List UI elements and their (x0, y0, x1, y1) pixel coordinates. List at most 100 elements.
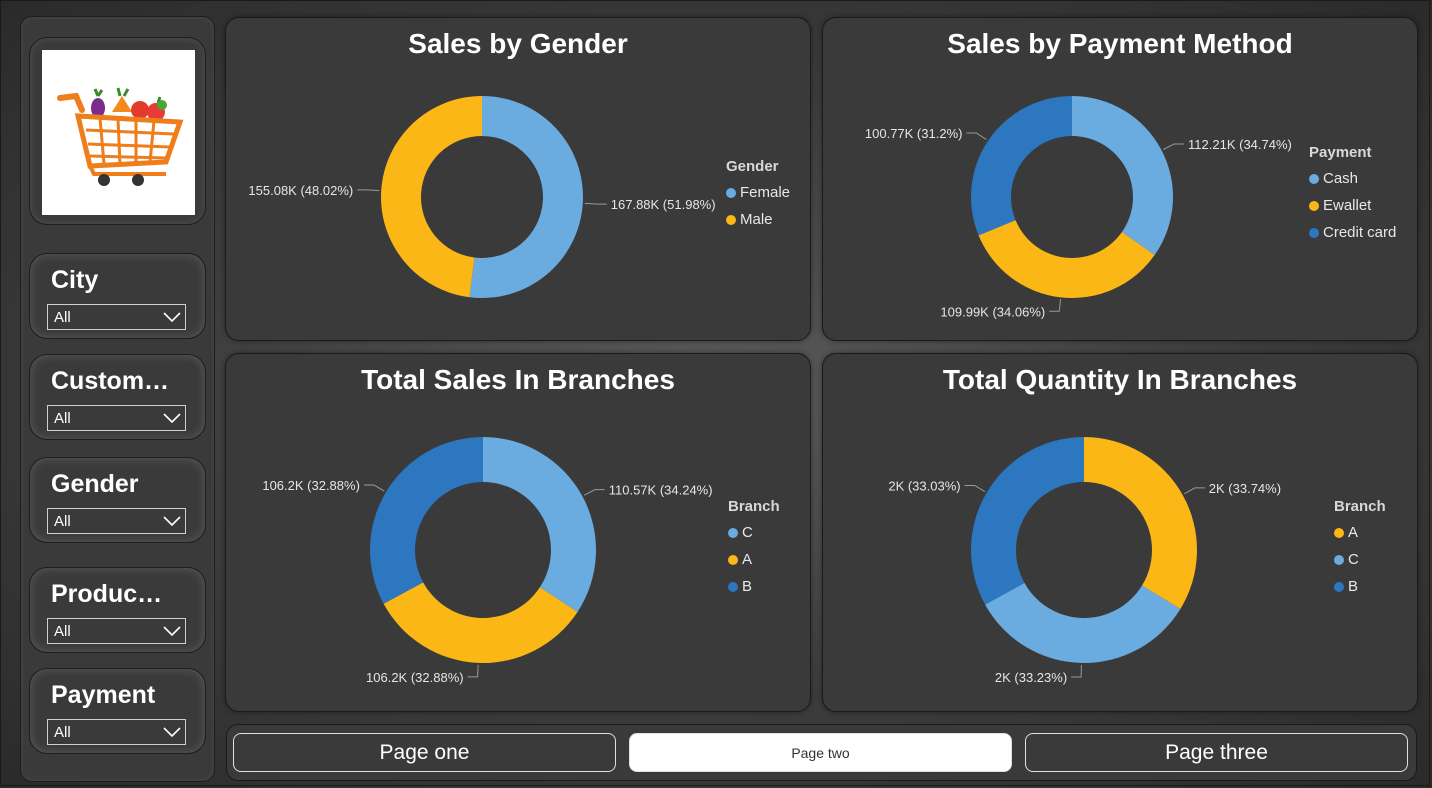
donut-slice-a[interactable] (1084, 437, 1197, 609)
data-label: 2K (33.74%) (1209, 481, 1281, 496)
legend-item[interactable]: Credit card (1309, 219, 1396, 246)
gender-dropdown[interactable]: All (47, 508, 186, 534)
slicer-title: Custom… (51, 367, 170, 395)
sales-branches-legend: Branch C A B (728, 498, 780, 600)
quantity-branches-donut-chart: 2K (33.74%) 2K (33.23%) 2K (33.03%) (888, 437, 1281, 685)
legend-label: Credit card (1323, 224, 1397, 241)
customer-type-dropdown[interactable]: All (47, 405, 186, 431)
leader-line (964, 484, 986, 492)
donut-slice-b[interactable] (370, 437, 483, 604)
payment-slicer: Payment All (29, 668, 206, 754)
legend-label: Ewallet (1323, 197, 1372, 214)
legend-label: Cash (1323, 170, 1359, 187)
quantity-branches-legend: Branch A C B (1334, 498, 1386, 600)
donut-slice-cash[interactable] (1072, 96, 1173, 256)
total-quantity-branches-card: Total Quantity In Branches 2K (33.74%) 2K… (822, 353, 1418, 712)
legend-item[interactable]: C (728, 519, 780, 546)
sales-by-gender-card: Sales by Gender 167.88K (51.98%) 155.08K … (225, 17, 811, 341)
legend-label: C (742, 524, 753, 541)
legend-item[interactable]: B (1334, 573, 1386, 600)
gender-slicer: Gender All (29, 457, 206, 543)
legend-label: A (742, 551, 753, 568)
donut-slice-female[interactable] (469, 96, 583, 299)
data-label: 109.99K (34.06%) (940, 304, 1045, 319)
legend-dot (1309, 200, 1319, 211)
legend-title: Branch (728, 498, 780, 515)
legend-label: B (1348, 578, 1359, 595)
legend-dot (728, 554, 738, 565)
donut-slice-male[interactable] (381, 96, 482, 298)
leader-line (1049, 299, 1062, 312)
data-label: 2K (33.23%) (995, 670, 1067, 685)
data-label: 100.77K (31.2%) (865, 126, 963, 141)
donut-slice-b[interactable] (971, 437, 1084, 605)
page-three-button[interactable]: Page three (1025, 733, 1408, 772)
legend-dot (726, 214, 736, 225)
legend-title: Gender (726, 158, 779, 175)
legend-item[interactable]: C (1334, 546, 1386, 573)
legend-title: Payment (1309, 144, 1372, 161)
slicer-title: City (51, 266, 99, 294)
donut-slice-credit-card[interactable] (971, 96, 1072, 236)
page-one-button[interactable]: Page one (233, 733, 616, 772)
data-label: 110.57K (34.24%) (609, 483, 713, 498)
legend-dot (1334, 527, 1344, 538)
legend-item[interactable]: Cash (1309, 165, 1396, 192)
sales-branches-donut-chart: 110.57K (34.24%) 106.2K (32.88%) 106.2K (3… (262, 437, 713, 685)
leader-line (1071, 664, 1082, 678)
legend-label: C (1348, 551, 1359, 568)
legend-dot (1309, 227, 1319, 238)
legend-item[interactable]: A (728, 546, 780, 573)
slicer-title: Gender (51, 470, 139, 498)
donut-slice-c[interactable] (483, 437, 596, 612)
donut-slice-c[interactable] (985, 582, 1181, 663)
page-two-button[interactable]: Page two (629, 733, 1012, 772)
donut-slice-a[interactable] (383, 582, 578, 664)
dropdown-value: All (54, 309, 71, 326)
legend-label: Male (740, 211, 773, 228)
legend-dot (726, 187, 736, 198)
chevron-down-icon (163, 626, 181, 637)
legend-dot (1334, 581, 1344, 592)
slicer-title: Produc… (51, 580, 163, 608)
dropdown-value: All (54, 724, 71, 741)
leader-line (1184, 487, 1205, 495)
shopping-cart-logo (42, 50, 195, 215)
total-sales-branches-card: Total Sales In Branches 110.57K (34.24%)… (225, 353, 811, 712)
payment-dropdown[interactable]: All (47, 719, 186, 745)
legend-item[interactable]: Male (726, 206, 790, 233)
leader-line (584, 202, 607, 205)
payment-legend: Payment Cash Ewallet Credit card (1309, 144, 1396, 246)
legend-title: Branch (1334, 498, 1386, 515)
legend-label: Female (740, 184, 791, 201)
filter-sidebar: City All Custom… All Gender All Produc… … (20, 16, 215, 782)
city-slicer: City All (29, 253, 206, 339)
page-navigation: Page one Page two Page three (226, 724, 1417, 781)
legend-label: A (1348, 524, 1359, 541)
legend-item[interactable]: Female (726, 179, 790, 206)
dropdown-value: All (54, 513, 71, 530)
legend-item[interactable]: B (728, 573, 780, 600)
legend-label: B (742, 578, 753, 595)
product-line-slicer: Produc… All (29, 567, 206, 653)
city-dropdown[interactable]: All (47, 304, 186, 330)
legend-item[interactable]: Ewallet (1309, 192, 1396, 219)
chevron-down-icon (163, 516, 181, 527)
data-label: 155.08K (48.02%) (248, 183, 353, 198)
leader-line (583, 489, 605, 496)
legend-dot (1309, 173, 1319, 184)
leader-line (357, 189, 380, 192)
product-line-dropdown[interactable]: All (47, 618, 186, 644)
data-label: 106.2K (32.88%) (262, 478, 360, 493)
data-label: 112.21K (34.74%) (1188, 137, 1292, 152)
data-label: 2K (33.03%) (888, 478, 960, 493)
dropdown-value: All (54, 410, 71, 427)
chevron-down-icon (163, 312, 181, 323)
legend-dot (728, 581, 738, 592)
legend-dot (1334, 554, 1344, 565)
legend-dot (728, 527, 738, 538)
data-label: 106.2K (32.88%) (366, 670, 464, 685)
dropdown-value: All (54, 623, 71, 640)
legend-item[interactable]: A (1334, 519, 1386, 546)
chevron-down-icon (163, 727, 181, 738)
